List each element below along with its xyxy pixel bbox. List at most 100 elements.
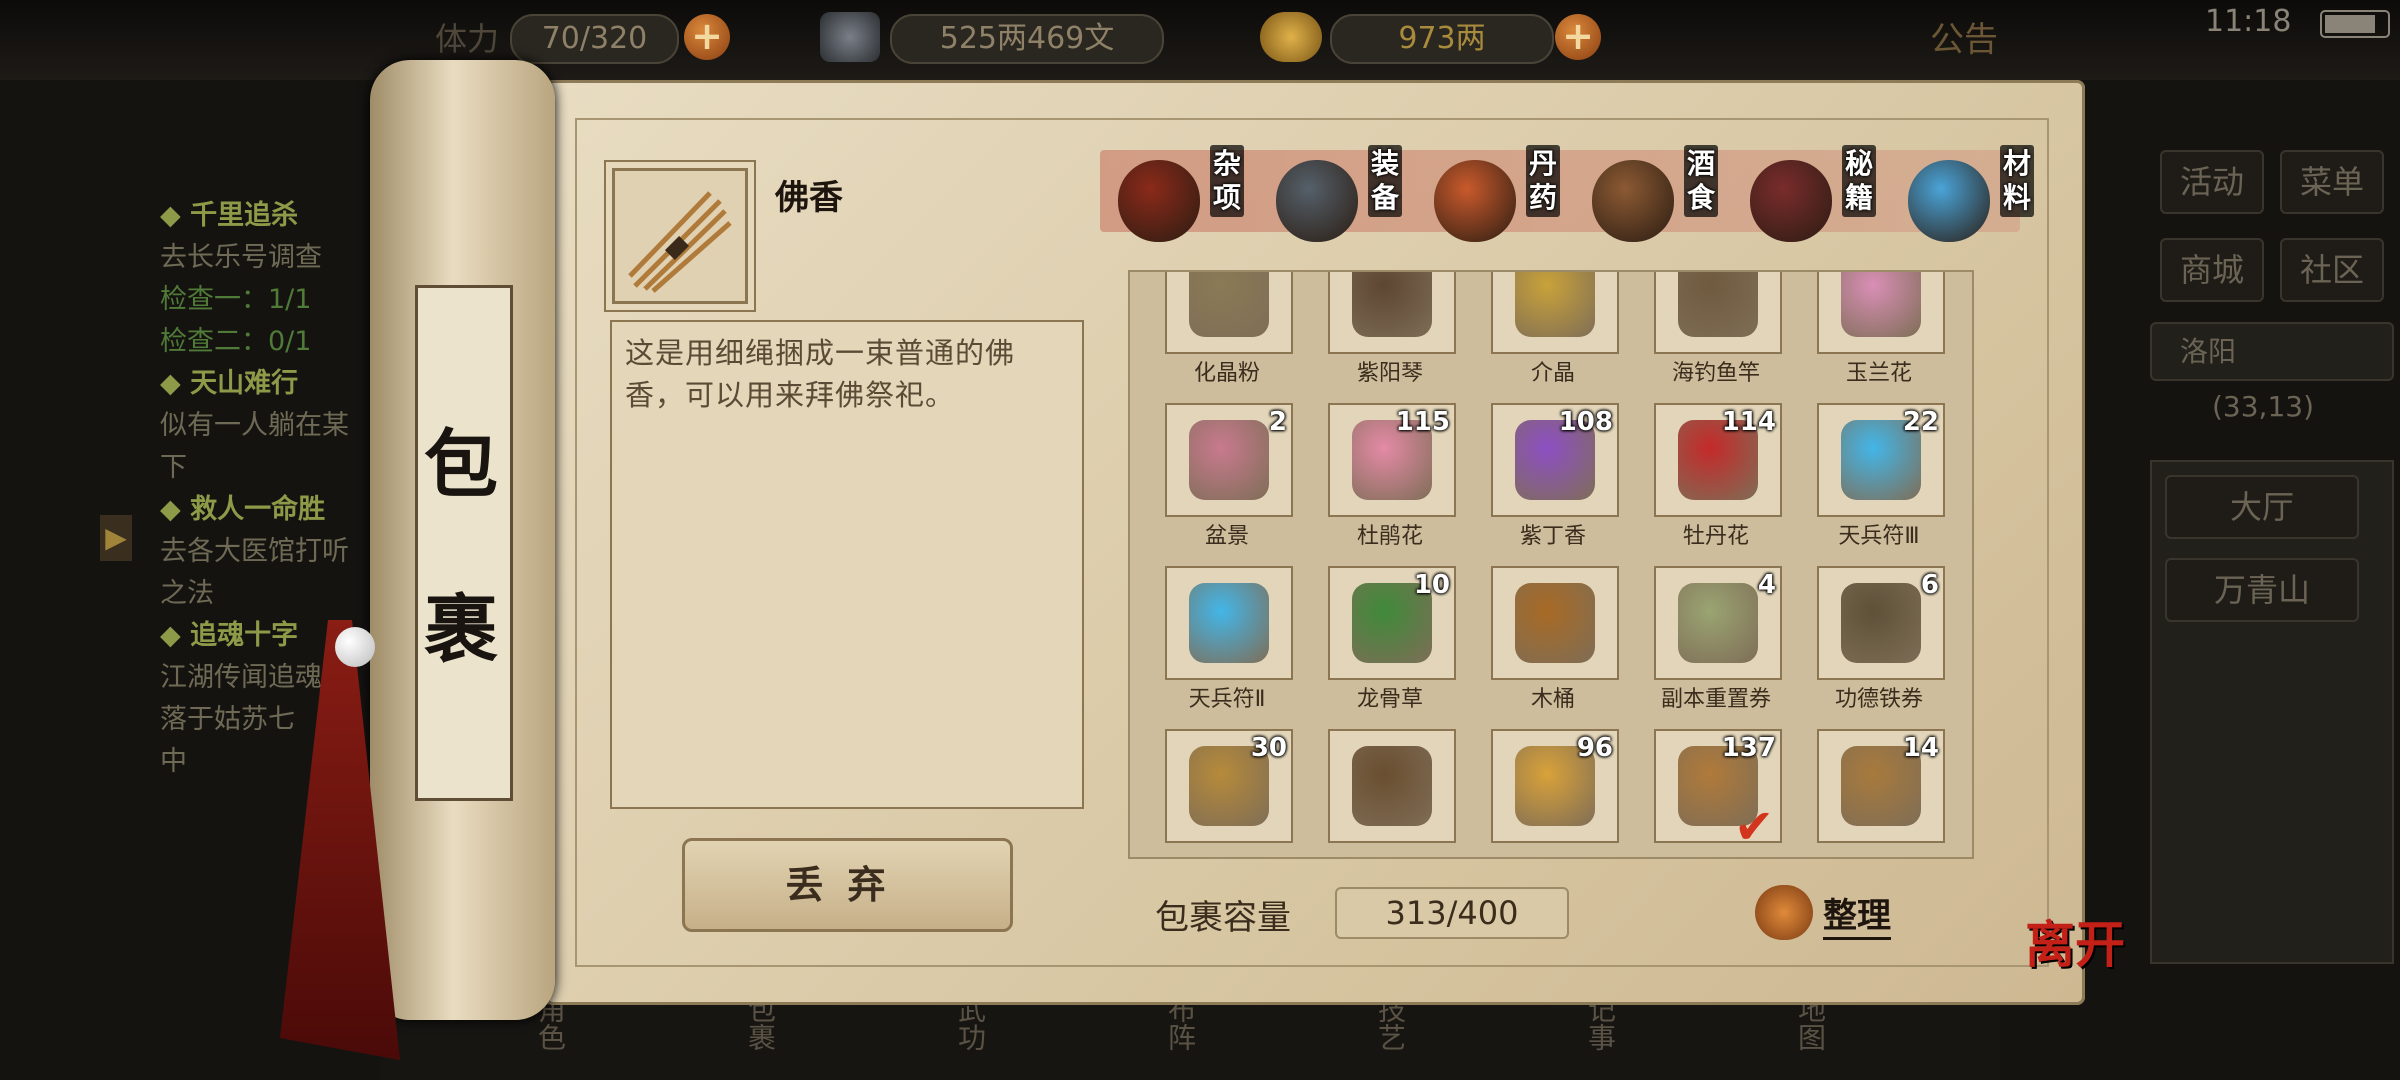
expand-arrow-icon[interactable]: ▶ xyxy=(100,515,132,561)
capacity-label: 包裹容量 xyxy=(1155,898,1291,938)
shop-button[interactable]: 商城 xyxy=(2160,238,2264,302)
community-button[interactable]: 社区 xyxy=(2280,238,2384,302)
item-icon xyxy=(1189,420,1269,500)
item-count: 14 xyxy=(1902,733,1939,763)
item-slot[interactable]: 108 xyxy=(1491,403,1619,517)
gold-value: 973两 xyxy=(1330,14,1554,64)
battery-icon xyxy=(2320,10,2390,38)
item-slot[interactable]: 4 xyxy=(1654,566,1782,680)
selected-item-icon xyxy=(612,168,748,304)
item-slot[interactable]: 6 xyxy=(1817,566,1945,680)
item-count: 7 xyxy=(1595,272,1613,274)
item-slot[interactable]: 6 xyxy=(1165,272,1293,354)
quest-line: 去长乐号调查 xyxy=(160,242,322,273)
item-slot[interactable] xyxy=(1165,566,1293,680)
activity-button[interactable]: 活动 xyxy=(2160,150,2264,214)
item-slot[interactable]: 109 xyxy=(1817,272,1945,354)
location-coords: (33,13) xyxy=(2212,390,2315,423)
item-slot[interactable]: 14 xyxy=(1817,729,1945,843)
item-description: 这是用细绳捆成一束普通的佛香，可以用来拜佛祭祀。 xyxy=(625,336,1016,412)
item-icon xyxy=(1678,272,1758,337)
capacity-value: 313/400 xyxy=(1335,887,1569,939)
selected-item-name: 佛香 xyxy=(775,178,843,218)
tab-0[interactable]: 杂项 xyxy=(1112,140,1262,250)
add-gold-button[interactable]: + xyxy=(1555,14,1601,60)
item-name: 木桶 xyxy=(1530,687,1575,712)
tab-1[interactable]: 装备 xyxy=(1270,140,1420,250)
item-slot[interactable] xyxy=(1491,566,1619,680)
item-count: 137 xyxy=(1721,733,1776,763)
item-name: 天兵符Ⅲ xyxy=(1838,524,1920,549)
item-name: 海钓鱼竿 xyxy=(1671,361,1760,386)
location-bar: 洛阳 (33,13) xyxy=(2150,322,2394,423)
menu-button[interactable]: 菜单 xyxy=(2280,150,2384,214)
item-slot[interactable]: 114 xyxy=(1654,403,1782,517)
item-count: 109 xyxy=(1885,272,1939,274)
item-name: 化晶粉 xyxy=(1193,361,1260,386)
quest-line: 下 xyxy=(160,452,187,483)
item-count: 30 xyxy=(1740,272,1776,274)
item-icon xyxy=(1515,272,1595,337)
item-slot[interactable]: 115 xyxy=(1328,403,1456,517)
item-slot[interactable]: 2 xyxy=(1165,403,1293,517)
pills-icon xyxy=(1434,160,1516,242)
incense-icon xyxy=(628,191,732,293)
gold-ingot-icon xyxy=(1260,12,1322,62)
quest-item[interactable]: ◆ 救人一命胜 xyxy=(160,489,400,531)
item-name: 副本重置券 xyxy=(1660,687,1771,712)
quest-item[interactable]: ◆ 千里追杀 xyxy=(160,195,400,237)
weapons-icon xyxy=(1276,160,1358,242)
tab-label: 杂项 xyxy=(1210,145,1244,217)
item-count: 115 xyxy=(1395,407,1450,437)
npc-button[interactable]: 万青山 xyxy=(2165,558,2359,622)
tab-label: 酒食 xyxy=(1684,145,1718,217)
item-name: 玉兰花 xyxy=(1845,361,1912,386)
tab-2[interactable]: 丹药 xyxy=(1428,140,1578,250)
quest-item[interactable]: ◆ 天山难行 xyxy=(160,363,400,405)
item-slot[interactable]: 10 xyxy=(1328,566,1456,680)
add-stamina-button[interactable]: + xyxy=(684,14,730,60)
item-count: 96 xyxy=(1576,733,1613,763)
item-count: 6 xyxy=(1920,570,1939,600)
item-icon xyxy=(1352,746,1432,826)
item-icon xyxy=(1515,583,1595,663)
item-icon xyxy=(1189,272,1269,337)
quest-line: 检查二：0/1 xyxy=(160,326,312,357)
item-slot[interactable]: 7 xyxy=(1491,272,1619,354)
hall-button[interactable]: 大厅 xyxy=(2165,475,2359,539)
sort-button[interactable]: 整理 xyxy=(1755,880,1920,940)
money-value: 525两469文 xyxy=(890,14,1164,64)
tab-5[interactable]: 材料 xyxy=(1902,140,2052,250)
item-name: 紫丁香 xyxy=(1519,524,1586,549)
item-count: 114 xyxy=(1721,407,1776,437)
item-slot[interactable]: 30 xyxy=(1165,729,1293,843)
crystal-icon xyxy=(1908,160,1990,242)
quest-line: 检查一：1/1 xyxy=(160,284,312,315)
item-slot[interactable]: 96 xyxy=(1491,729,1619,843)
item-slot[interactable] xyxy=(1328,272,1456,354)
item-count: 4 xyxy=(1757,570,1776,600)
item-count: 30 xyxy=(1250,733,1287,763)
item-icon xyxy=(1841,272,1921,337)
bead xyxy=(335,627,375,667)
item-slot[interactable]: 30 xyxy=(1654,272,1782,354)
tab-label: 秘籍 xyxy=(1842,145,1876,217)
tab-4[interactable]: 秘籍 xyxy=(1744,140,1894,250)
status-bar: 体力 70/320 + 525两469文 973两 + 公告 11:18 xyxy=(0,0,2400,80)
stamina-label: 体力 xyxy=(435,20,500,58)
item-name: 介晶 xyxy=(1530,361,1575,386)
bag-sort-icon xyxy=(1755,885,1813,940)
tab-3[interactable]: 酒食 xyxy=(1586,140,1736,250)
item-name: 天兵符Ⅱ xyxy=(1188,687,1266,712)
item-slot[interactable] xyxy=(1328,729,1456,843)
scroll-title-char: 包 xyxy=(424,422,498,508)
quest-line: 去各大医馆打听 xyxy=(160,536,349,567)
selected-check-icon: ✔ xyxy=(1734,799,1775,855)
item-slot[interactable]: 22 xyxy=(1817,403,1945,517)
tab-label: 丹药 xyxy=(1526,145,1560,217)
discard-button[interactable]: 丢弃 xyxy=(682,838,1013,932)
item-name: 紫阳琴 xyxy=(1356,361,1423,386)
leave-button[interactable]: 离开 xyxy=(2025,905,2125,977)
notice-button[interactable]: 公告 xyxy=(1930,12,1998,61)
item-count: 2 xyxy=(1268,407,1287,437)
